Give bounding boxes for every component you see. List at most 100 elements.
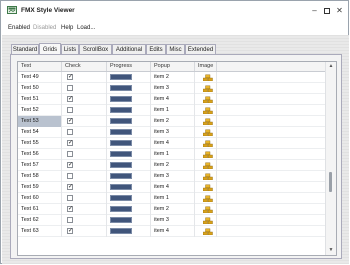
cell-popup[interactable]: item 3 (151, 171, 195, 182)
cell-check (62, 215, 107, 226)
cell-text[interactable]: Text 53 (18, 116, 62, 127)
table-row[interactable]: Text 51 ✓ item 4 (18, 94, 326, 105)
progress-fill (111, 97, 131, 101)
progress-fill (111, 185, 131, 189)
scroll-up-arrow-icon[interactable]: ▲ (326, 62, 336, 71)
cell-popup[interactable]: item 1 (151, 105, 195, 116)
tab-extended[interactable]: Extended (185, 44, 216, 54)
tab-edits[interactable]: Edits (146, 44, 166, 54)
checkbox[interactable] (67, 151, 73, 157)
vertical-scrollbar[interactable]: ▲ ▼ (325, 62, 336, 255)
cell-popup[interactable]: item 2 (151, 160, 195, 171)
tab-standard[interactable]: Standard (11, 44, 39, 54)
table-row[interactable]: Text 50 item 3 (18, 83, 326, 94)
cell-popup[interactable]: item 4 (151, 226, 195, 237)
gold-bars-icon (203, 173, 213, 180)
menu-disabled[interactable]: Disabled (33, 25, 56, 31)
cell-popup[interactable]: item 1 (151, 149, 195, 160)
cell-check (62, 83, 107, 94)
title-bar[interactable]: FMX Style Viewer – ✕ (1, 1, 348, 21)
table-row[interactable]: Text 56 item 1 (18, 149, 326, 160)
cell-popup[interactable]: item 3 (151, 215, 195, 226)
cell-text[interactable]: Text 62 (18, 215, 62, 226)
cell-progress (107, 94, 151, 105)
checkbox[interactable] (67, 107, 73, 113)
table-row[interactable]: Text 61 ✓ item 2 (18, 204, 326, 215)
minimize-button[interactable]: – (309, 5, 320, 16)
cell-progress (107, 226, 151, 237)
checkbox[interactable]: ✓ (67, 74, 73, 80)
checkbox[interactable] (67, 195, 73, 201)
cell-popup[interactable]: item 2 (151, 204, 195, 215)
cell-text[interactable]: Text 61 (18, 204, 62, 215)
cell-text[interactable]: Text 59 (18, 182, 62, 193)
cell-popup[interactable]: item 1 (151, 193, 195, 204)
checkbox[interactable] (67, 217, 73, 223)
checkbox[interactable] (67, 173, 73, 179)
menu-enabled[interactable]: Enabled (8, 25, 30, 31)
checkbox[interactable]: ✓ (67, 228, 73, 234)
cell-text[interactable]: Text 50 (18, 83, 62, 94)
cell-check: ✓ (62, 138, 107, 149)
cell-image (195, 215, 217, 226)
cell-image (195, 182, 217, 193)
cell-text[interactable]: Text 54 (18, 127, 62, 138)
cell-popup[interactable]: item 2 (151, 116, 195, 127)
header-image[interactable]: Image (195, 62, 217, 71)
table-row[interactable]: Text 63 ✓ item 4 (18, 226, 326, 237)
cell-text[interactable]: Text 58 (18, 171, 62, 182)
close-button[interactable]: ✕ (334, 5, 345, 16)
progress-fill (111, 108, 131, 112)
cell-progress (107, 105, 151, 116)
cell-text[interactable]: Text 55 (18, 138, 62, 149)
checkbox[interactable]: ✓ (67, 206, 73, 212)
table-row[interactable]: Text 52 item 1 (18, 105, 326, 116)
checkbox[interactable] (67, 85, 73, 91)
cell-check (62, 127, 107, 138)
data-grid[interactable]: Text Check Progress Popup Image Text 49 ✓… (17, 61, 337, 256)
checkbox[interactable]: ✓ (67, 118, 73, 124)
table-row[interactable]: Text 57 ✓ item 2 (18, 160, 326, 171)
scroll-thumb[interactable] (329, 172, 332, 192)
gold-bars-icon (203, 140, 213, 147)
gold-bars-icon (203, 206, 213, 213)
scroll-down-arrow-icon[interactable]: ▼ (326, 246, 336, 255)
cell-text[interactable]: Text 56 (18, 149, 62, 160)
tab-misc[interactable]: Misc (166, 44, 185, 54)
header-text[interactable]: Text (18, 62, 62, 71)
cell-popup[interactable]: item 4 (151, 138, 195, 149)
table-row[interactable]: Text 54 item 3 (18, 127, 326, 138)
cell-text[interactable]: Text 49 (18, 72, 62, 83)
cell-text[interactable]: Text 63 (18, 226, 62, 237)
cell-popup[interactable]: item 4 (151, 182, 195, 193)
table-row[interactable]: Text 58 item 3 (18, 171, 326, 182)
menu-load[interactable]: Load... (77, 25, 95, 31)
tab-lists[interactable]: Lists (61, 44, 79, 54)
header-check[interactable]: Check (62, 62, 107, 71)
header-progress[interactable]: Progress (107, 62, 151, 71)
cell-popup[interactable]: item 2 (151, 72, 195, 83)
checkbox[interactable]: ✓ (67, 184, 73, 190)
table-row[interactable]: Text 55 ✓ item 4 (18, 138, 326, 149)
cell-popup[interactable]: item 4 (151, 94, 195, 105)
cell-text[interactable]: Text 52 (18, 105, 62, 116)
table-row[interactable]: Text 49 ✓ item 2 (18, 72, 326, 83)
tab-additional[interactable]: Additional (112, 44, 146, 54)
table-row[interactable]: Text 60 item 1 (18, 193, 326, 204)
checkbox[interactable] (67, 129, 73, 135)
cell-popup[interactable]: item 3 (151, 127, 195, 138)
table-row[interactable]: Text 62 item 3 (18, 215, 326, 226)
cell-text[interactable]: Text 60 (18, 193, 62, 204)
cell-text[interactable]: Text 57 (18, 160, 62, 171)
cell-text[interactable]: Text 51 (18, 94, 62, 105)
header-popup[interactable]: Popup (151, 62, 195, 71)
menu-help[interactable]: Help (61, 25, 73, 31)
tab-scrollbox[interactable]: ScrollBox (79, 44, 112, 54)
checkbox[interactable]: ✓ (67, 162, 73, 168)
checkbox[interactable]: ✓ (67, 96, 73, 102)
checkbox[interactable]: ✓ (67, 140, 73, 146)
table-row[interactable]: Text 53 ✓ item 2 (18, 116, 326, 127)
table-row[interactable]: Text 59 ✓ item 4 (18, 182, 326, 193)
cell-popup[interactable]: item 3 (151, 83, 195, 94)
maximize-button[interactable] (321, 5, 332, 16)
